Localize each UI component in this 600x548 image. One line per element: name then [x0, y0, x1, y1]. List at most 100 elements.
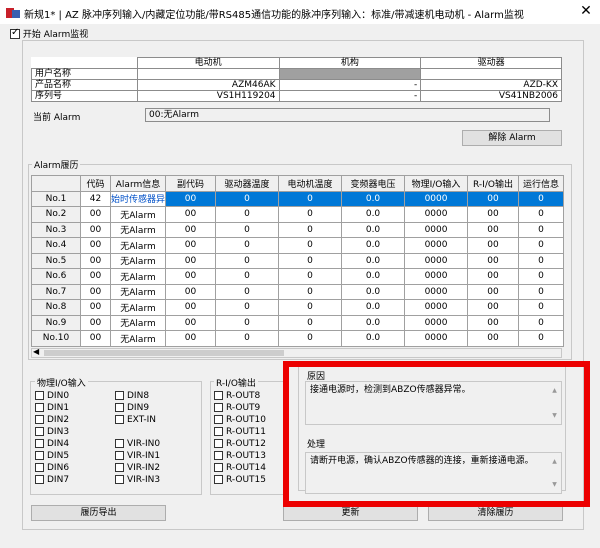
motor-temp-cell[interactable]: 0: [278, 237, 343, 254]
rio-output-cell[interactable]: 00: [467, 190, 520, 207]
motor-temp-cell[interactable]: 0: [278, 299, 343, 316]
start-monitor-checkbox[interactable]: 开始 Alarm监视: [10, 27, 88, 40]
rio-output-header[interactable]: R-I/O输出: [467, 175, 520, 192]
alarm-info-cell[interactable]: 无Alarm: [109, 237, 167, 254]
history-row[interactable]: No.9 00 无Alarm 00 0 0 0.0 0000 00 0: [31, 314, 565, 331]
run-info-cell[interactable]: 0: [518, 283, 565, 300]
driver-temp-cell[interactable]: 0: [215, 237, 280, 254]
row-number-header[interactable]: No.9: [31, 314, 81, 331]
reset-alarm-button[interactable]: 解除 Alarm: [462, 130, 562, 146]
sub-code-cell[interactable]: 00: [165, 221, 217, 238]
row-number-header[interactable]: No.8: [31, 299, 81, 316]
inverter-voltage-cell[interactable]: 0.0: [341, 283, 406, 300]
inverter-voltage-cell[interactable]: 0.0: [341, 330, 406, 347]
motor-temp-cell[interactable]: 0: [278, 314, 343, 331]
driver-temp-cell[interactable]: 0: [215, 221, 280, 238]
inverter-voltage-header[interactable]: 变频器电压: [341, 175, 406, 192]
code-cell[interactable]: 00: [80, 206, 111, 223]
sub-code-cell[interactable]: 00: [165, 268, 217, 285]
history-row[interactable]: No.2 00 无Alarm 00 0 0 0.0 0000 00 0: [31, 206, 565, 223]
driver-temp-cell[interactable]: 0: [215, 252, 280, 269]
driver-temp-cell[interactable]: 0: [215, 330, 280, 347]
physical-io-cell[interactable]: 0000: [404, 221, 469, 238]
row-number-header[interactable]: No.7: [31, 283, 81, 300]
rio-output-cell[interactable]: 00: [467, 330, 520, 347]
sub-code-cell[interactable]: 00: [165, 299, 217, 316]
alarm-info-cell[interactable]: 无Alarm: [109, 206, 167, 223]
alarm-info-cell[interactable]: 无Alarm: [109, 314, 167, 331]
history-row[interactable]: No.1 42 始时传感器异 00 0 0 0.0 0000 00 0: [31, 190, 565, 207]
rio-output-cell[interactable]: 00: [467, 237, 520, 254]
motor-temp-cell[interactable]: 0: [278, 190, 343, 207]
sub-code-header[interactable]: 副代码: [165, 175, 217, 192]
code-cell[interactable]: 00: [80, 221, 111, 238]
physical-io-cell[interactable]: 0000: [404, 190, 469, 207]
physical-io-cell[interactable]: 0000: [404, 237, 469, 254]
alarm-info-cell[interactable]: 无Alarm: [109, 330, 167, 347]
run-info-cell[interactable]: 0: [518, 268, 565, 285]
run-info-cell[interactable]: 0: [518, 330, 565, 347]
run-info-cell[interactable]: 0: [518, 314, 565, 331]
row-number-header[interactable]: No.10: [31, 330, 81, 347]
history-row[interactable]: No.10 00 无Alarm 00 0 0 0.0 0000 00 0: [31, 330, 565, 347]
update-button[interactable]: 更新: [283, 505, 418, 521]
run-info-cell[interactable]: 0: [518, 221, 565, 238]
physical-io-cell[interactable]: 0000: [404, 330, 469, 347]
inverter-voltage-cell[interactable]: 0.0: [341, 252, 406, 269]
scroll-thumb[interactable]: [44, 350, 284, 356]
inverter-voltage-cell[interactable]: 0.0: [341, 268, 406, 285]
scroll-left-icon[interactable]: ◀: [33, 347, 39, 356]
inverter-voltage-cell[interactable]: 0.0: [341, 314, 406, 331]
sub-code-cell[interactable]: 00: [165, 237, 217, 254]
alarm-info-cell[interactable]: 始时传感器异: [109, 190, 167, 207]
motor-temp-cell[interactable]: 0: [278, 330, 343, 347]
sub-code-cell[interactable]: 00: [165, 330, 217, 347]
sub-code-cell[interactable]: 00: [165, 252, 217, 269]
history-row[interactable]: No.5 00 无Alarm 00 0 0 0.0 0000 00 0: [31, 252, 565, 269]
rio-output-cell[interactable]: 00: [467, 299, 520, 316]
sub-code-cell[interactable]: 00: [165, 190, 217, 207]
physical-io-cell[interactable]: 0000: [404, 268, 469, 285]
physical-io-cell[interactable]: 0000: [404, 252, 469, 269]
driver-temp-cell[interactable]: 0: [215, 314, 280, 331]
history-row[interactable]: No.6 00 无Alarm 00 0 0 0.0 0000 00 0: [31, 268, 565, 285]
alarm-info-cell[interactable]: 无Alarm: [109, 283, 167, 300]
code-cell[interactable]: 42: [80, 190, 111, 207]
inverter-voltage-cell[interactable]: 0.0: [341, 190, 406, 207]
alarm-info-cell[interactable]: 无Alarm: [109, 268, 167, 285]
code-header[interactable]: 代码: [80, 175, 111, 192]
motor-temp-cell[interactable]: 0: [278, 221, 343, 238]
alarm-info-cell[interactable]: 无Alarm: [109, 252, 167, 269]
history-row[interactable]: No.8 00 无Alarm 00 0 0 0.0 0000 00 0: [31, 299, 565, 316]
run-info-cell[interactable]: 0: [518, 252, 565, 269]
rio-output-cell[interactable]: 00: [467, 268, 520, 285]
motor-temp-cell[interactable]: 0: [278, 206, 343, 223]
motor-temp-cell[interactable]: 0: [278, 252, 343, 269]
rio-output-cell[interactable]: 00: [467, 221, 520, 238]
run-info-cell[interactable]: 0: [518, 299, 565, 316]
physical-io-header[interactable]: 物理I/O输入: [404, 175, 469, 192]
driver-temp-header[interactable]: 驱动器温度: [215, 175, 280, 192]
history-row[interactable]: No.3 00 无Alarm 00 0 0 0.0 0000 00 0: [31, 221, 565, 238]
motor-temp-header[interactable]: 电动机温度: [278, 175, 343, 192]
physical-io-cell[interactable]: 0000: [404, 206, 469, 223]
code-cell[interactable]: 00: [80, 252, 111, 269]
rio-output-cell[interactable]: 00: [467, 283, 520, 300]
close-icon[interactable]: ✕: [577, 3, 595, 19]
driver-temp-cell[interactable]: 0: [215, 268, 280, 285]
driver-temp-cell[interactable]: 0: [215, 283, 280, 300]
row-number-header[interactable]: No.6: [31, 268, 81, 285]
driver-temp-cell[interactable]: 0: [215, 206, 280, 223]
driver-temp-cell[interactable]: 0: [215, 299, 280, 316]
alarm-info-cell[interactable]: 无Alarm: [109, 299, 167, 316]
rio-output-cell[interactable]: 00: [467, 314, 520, 331]
physical-io-cell[interactable]: 0000: [404, 283, 469, 300]
row-number-header[interactable]: No.2: [31, 206, 81, 223]
history-row[interactable]: No.4 00 无Alarm 00 0 0 0.0 0000 00 0: [31, 237, 565, 254]
code-cell[interactable]: 00: [80, 299, 111, 316]
rio-output-cell[interactable]: 00: [467, 252, 520, 269]
run-info-cell[interactable]: 0: [518, 206, 565, 223]
inverter-voltage-cell[interactable]: 0.0: [341, 206, 406, 223]
checkbox-icon[interactable]: [10, 27, 20, 39]
row-number-header[interactable]: No.1: [31, 190, 81, 207]
